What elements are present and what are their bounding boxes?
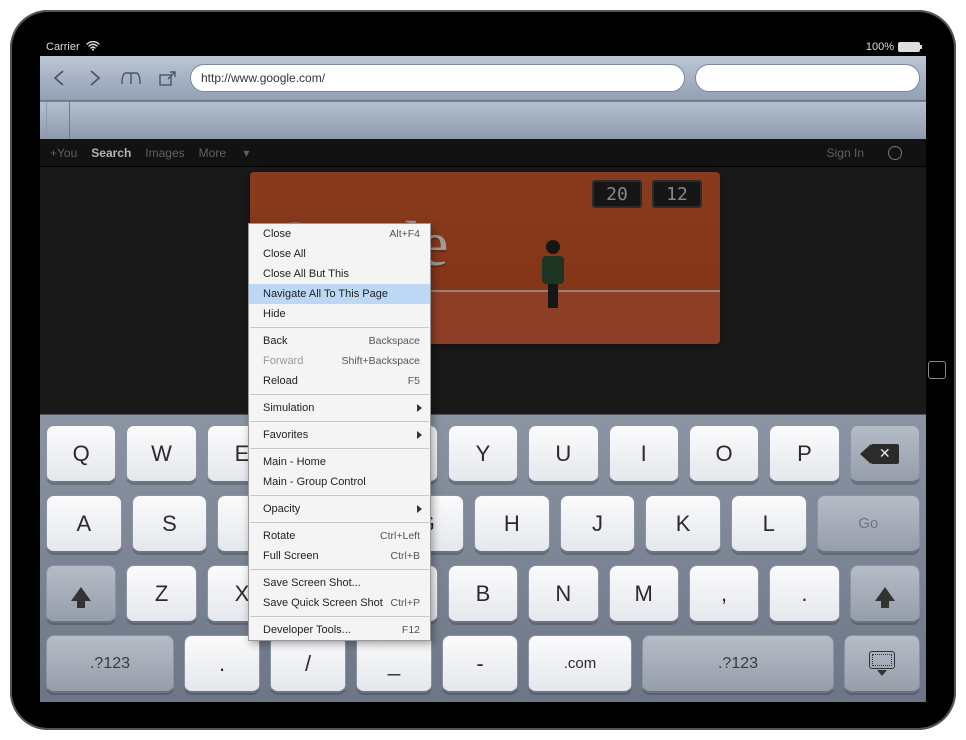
key-row-3: Z X C V B N M , . xyxy=(46,565,920,623)
key-mode-left[interactable]: .?123 xyxy=(46,635,174,693)
key-h[interactable]: H xyxy=(474,495,550,553)
hide-keyboard-icon xyxy=(869,651,895,676)
menu-fullscreen[interactable]: Full ScreenCtrl+B xyxy=(249,546,430,566)
key-row-4: .?123 . / _ - .com .?123 xyxy=(46,635,920,693)
tab-overflow[interactable] xyxy=(46,102,70,140)
key-l[interactable]: L xyxy=(731,495,807,553)
menu-simulation[interactable]: Simulation xyxy=(249,398,430,418)
menu-reload[interactable]: ReloadF5 xyxy=(249,371,430,391)
menu-main-home[interactable]: Main - Home xyxy=(249,452,430,472)
backspace-icon: ✕ xyxy=(871,444,899,464)
key-b[interactable]: B xyxy=(448,565,518,623)
page-content: 20 12 Google xyxy=(40,167,926,417)
search-box[interactable] xyxy=(695,64,920,92)
back-button[interactable] xyxy=(46,65,72,91)
key-dotcom[interactable]: .com xyxy=(528,635,632,693)
url-text: http://www.google.com/ xyxy=(201,71,325,85)
screen: Carrier 100% xyxy=(40,38,926,702)
menu-close-all-but[interactable]: Close All But This xyxy=(249,264,430,284)
key-z[interactable]: Z xyxy=(126,565,196,623)
gbar-signin[interactable]: Sign In xyxy=(827,146,864,160)
key-slash[interactable]: / xyxy=(270,635,346,693)
key-w[interactable]: W xyxy=(126,425,196,483)
key-comma[interactable]: , xyxy=(689,565,759,623)
menu-close[interactable]: CloseAlt+F4 xyxy=(249,224,430,244)
key-shift-right[interactable] xyxy=(850,565,920,623)
key-j[interactable]: J xyxy=(560,495,636,553)
key-o[interactable]: O xyxy=(689,425,759,483)
shift-icon xyxy=(71,587,91,601)
key-m[interactable]: M xyxy=(609,565,679,623)
share-button[interactable] xyxy=(154,65,180,91)
key-q[interactable]: Q xyxy=(46,425,116,483)
tablet-frame: Carrier 100% xyxy=(10,10,956,730)
gbar-more[interactable]: More ▾ xyxy=(199,146,264,160)
context-menu: CloseAlt+F4 Close All Close All But This… xyxy=(248,223,431,641)
menu-dev-tools[interactable]: Developer Tools...F12 xyxy=(249,620,430,640)
gbar-plus-you[interactable]: +You xyxy=(50,146,77,160)
key-dash[interactable]: - xyxy=(442,635,518,693)
key-a[interactable]: A xyxy=(46,495,122,553)
menu-back[interactable]: BackBackspace xyxy=(249,331,430,351)
menu-forward: ForwardShift+Backspace xyxy=(249,351,430,371)
bookmarks-button[interactable] xyxy=(118,65,144,91)
safari-toolbar: http://www.google.com/ xyxy=(40,56,926,101)
key-row-1: Q W E R T Y U I O P ✕ xyxy=(46,425,920,483)
google-bar: +You Search Images More ▾ Sign In xyxy=(40,139,926,167)
address-bar[interactable]: http://www.google.com/ xyxy=(190,64,685,92)
gbar-images[interactable]: Images xyxy=(145,146,184,160)
key-p[interactable]: P xyxy=(769,425,839,483)
menu-save-quick-screenshot[interactable]: Save Quick Screen ShotCtrl+P xyxy=(249,593,430,613)
menu-navigate-all[interactable]: Navigate All To This Page xyxy=(249,284,430,304)
shift-icon xyxy=(875,587,895,601)
menu-close-all[interactable]: Close All xyxy=(249,244,430,264)
key-k[interactable]: K xyxy=(645,495,721,553)
menu-favorites[interactable]: Favorites xyxy=(249,425,430,445)
menu-hide[interactable]: Hide xyxy=(249,304,430,324)
key-shift-left[interactable] xyxy=(46,565,116,623)
menu-save-screenshot[interactable]: Save Screen Shot... xyxy=(249,573,430,593)
status-bar: Carrier 100% xyxy=(40,38,926,56)
key-backspace[interactable]: ✕ xyxy=(850,425,920,483)
key-s[interactable]: S xyxy=(132,495,208,553)
home-button-icon xyxy=(928,361,946,379)
key-n[interactable]: N xyxy=(528,565,598,623)
key-u[interactable]: U xyxy=(528,425,598,483)
keyboard: Q W E R T Y U I O P ✕ A S D F G H J K xyxy=(40,414,926,702)
key-row-2: A S D F G H J K L Go xyxy=(46,495,920,553)
menu-rotate[interactable]: RotateCtrl+Left xyxy=(249,526,430,546)
key-period-2[interactable]: . xyxy=(184,635,260,693)
key-mode-right[interactable]: .?123 xyxy=(642,635,834,693)
key-hide-keyboard[interactable] xyxy=(844,635,920,693)
tab-bar xyxy=(40,101,926,139)
battery-percent-label: 100% xyxy=(866,41,894,53)
forward-button[interactable] xyxy=(82,65,108,91)
key-y[interactable]: Y xyxy=(448,425,518,483)
gear-icon[interactable] xyxy=(888,146,902,160)
key-i[interactable]: I xyxy=(609,425,679,483)
gbar-search[interactable]: Search xyxy=(91,146,131,160)
chevron-down-icon: ▾ xyxy=(243,146,249,160)
wifi-icon xyxy=(86,41,100,54)
carrier-label: Carrier xyxy=(46,41,80,53)
key-underscore[interactable]: _ xyxy=(356,635,432,693)
menu-opacity[interactable]: Opacity xyxy=(249,499,430,519)
battery-icon xyxy=(898,42,920,52)
menu-main-group[interactable]: Main - Group Control xyxy=(249,472,430,492)
key-period[interactable]: . xyxy=(769,565,839,623)
key-go[interactable]: Go xyxy=(817,495,920,553)
